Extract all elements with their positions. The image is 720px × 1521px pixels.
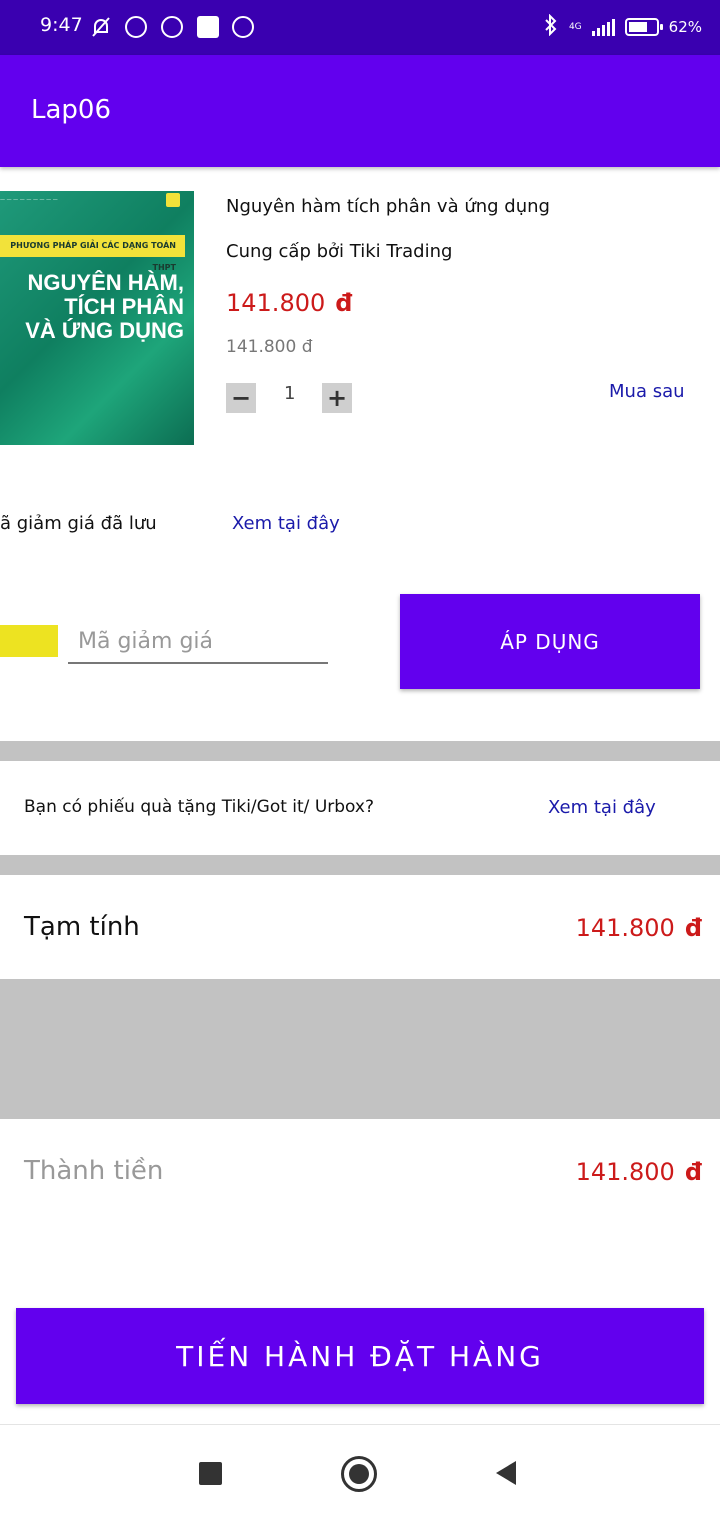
system-nav-bar [0,1424,720,1521]
gift-card-question: Bạn có phiếu quà tặng Tiki/Got it/ Urbox… [24,797,375,817]
battery-icon [624,18,663,36]
recent-apps-icon[interactable] [199,1462,222,1485]
voucher-code-input[interactable] [68,620,328,664]
cover-badge [166,193,180,207]
cover-title-line-2: TÍCH PHÂN [64,294,184,319]
product-price-currency: đ [335,289,353,317]
network-type: 4G [568,22,582,32]
gift-card-link[interactable]: Xem tại đây [548,797,656,818]
product-price: 141.800 đ [226,289,352,317]
muted-bell-icon [90,16,112,38]
voucher-accent-block [0,625,58,657]
app-title: Lap06 [31,95,112,125]
section-divider-2 [0,855,720,875]
bluetooth-icon [543,13,559,40]
subtotal-value: 141.800 [575,914,675,942]
saved-voucher-link[interactable]: Xem tại đây [232,513,340,534]
total-value: 141.800 [575,1158,675,1186]
quantity-value: 1 [284,383,296,404]
app-notification-icon-2 [232,16,254,38]
app-bar: Lap06 [0,55,720,167]
product-title: Nguyên hàm tích phân và ứng dụng [226,196,550,217]
tiktok-icon [197,16,219,38]
back-icon[interactable] [494,1459,518,1491]
subtotal-currency: đ [684,914,702,942]
quantity-decrease-button[interactable]: − [226,383,256,413]
quantity-increase-button[interactable]: + [322,383,352,413]
cover-top-text: — — — — — — — — — [0,197,58,203]
status-time: 9:47 [40,14,83,36]
apply-voucher-button[interactable]: ÁP DỤNG [400,594,700,689]
total-label: Thành tiền [24,1156,164,1186]
app-notification-icon [161,16,183,38]
product-cover-image: — — — — — — — — — PHƯƠNG PHÁP GIẢI CÁC D… [0,191,194,445]
buy-later-link[interactable]: Mua sau [609,381,685,402]
subtotal-label: Tạm tính [24,912,140,942]
cover-band-text: PHƯƠNG PHÁP GIẢI CÁC DẠNG TOÁN THPT [0,235,185,272]
total-amount: 141.800 đ [576,1158,702,1186]
summary-spacer [0,979,720,1119]
product-original-price: 141.800 đ [226,337,313,357]
subtotal-amount: 141.800 đ [576,914,702,942]
section-divider [0,741,720,761]
total-currency: đ [684,1158,702,1186]
alarm-icon [125,16,147,38]
saved-voucher-label: ã giảm giá đã lưu [0,513,157,534]
status-right-group: 4G 62% [543,13,702,40]
checkout-button[interactable]: TIẾN HÀNH ĐẶT HÀNG [16,1308,704,1404]
product-seller: Cung cấp bởi Tiki Trading [226,241,453,262]
cover-title-line-1: NGUYÊN HÀM, [27,270,184,295]
status-bar: 9:47 4G 62% [0,0,720,55]
cover-title-line-3: VÀ ỨNG DỤNG [25,318,184,343]
home-icon[interactable] [341,1456,377,1492]
battery-percent: 62% [668,18,702,36]
signal-icon [591,18,615,36]
product-price-value: 141.800 [226,289,326,317]
